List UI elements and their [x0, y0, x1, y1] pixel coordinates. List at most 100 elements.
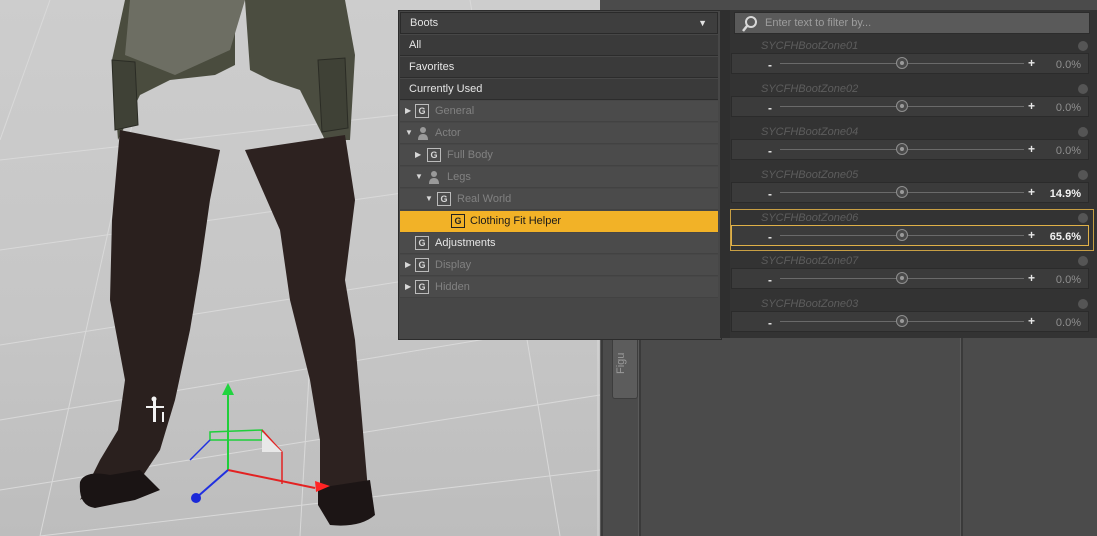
tree-item-adjustments[interactable]: G Adjustments	[400, 233, 718, 254]
parameter-name: SYCFHBootZone03	[761, 298, 859, 310]
increment-icon[interactable]: +	[1028, 142, 1035, 156]
decrement-icon[interactable]: -	[768, 187, 772, 201]
expanded-arrow-icon[interactable]: ▼	[425, 194, 433, 203]
gear-icon[interactable]	[1078, 213, 1088, 223]
pane-divider[interactable]	[600, 338, 603, 536]
gear-icon[interactable]	[1078, 84, 1088, 94]
parameter-value[interactable]: 0.0%	[1056, 102, 1081, 114]
parameter-value[interactable]: 0.0%	[1056, 59, 1081, 71]
increment-icon[interactable]: +	[1028, 314, 1035, 328]
decrement-icon[interactable]: -	[768, 230, 772, 244]
parameter-slider[interactable]: - +0.0%	[731, 53, 1089, 74]
gear-icon[interactable]	[1078, 127, 1088, 137]
tree-item-label: Real World	[457, 193, 512, 205]
tree-item-label: Full Body	[447, 149, 493, 161]
tree-item-clothing-fit-helper[interactable]: G Clothing Fit Helper	[400, 211, 718, 232]
increment-icon[interactable]: +	[1028, 99, 1035, 113]
tree-item-general[interactable]: ▶ G General	[400, 101, 718, 122]
parameter-value[interactable]: 0.0%	[1056, 317, 1081, 329]
parameter-slider[interactable]: - +0.0%	[731, 139, 1089, 160]
filter-placeholder: Enter text to filter by...	[765, 17, 872, 29]
slider-knob[interactable]	[896, 229, 908, 241]
group-icon: G	[415, 258, 429, 272]
category-item-favorites[interactable]: Favorites	[400, 57, 718, 78]
parameter-row[interactable]: SYCFHBootZone02 - +0.0%	[730, 80, 1094, 122]
tree-item-legs[interactable]: ▼ Legs	[400, 167, 718, 188]
tree-item-actor[interactable]: ▼ Actor	[400, 123, 718, 144]
pane-divider[interactable]	[960, 338, 963, 536]
category-item-label: Currently Used	[409, 83, 483, 95]
parameter-slider[interactable]: - +0.0%	[731, 268, 1089, 289]
group-icon: G	[451, 214, 465, 228]
parameter-row[interactable]: SYCFHBootZone07 - +0.0%	[730, 252, 1094, 294]
boot-left	[79, 470, 160, 508]
parameter-row[interactable]: SYCFHBootZone06 - +65.6%	[730, 209, 1094, 251]
parameter-value[interactable]: 14.9%	[1050, 188, 1081, 200]
tree-item-full-body[interactable]: ▶ G Full Body	[400, 145, 718, 166]
dropdown-selected-value: Boots	[410, 17, 439, 29]
parameter-name: SYCFHBootZone04	[761, 126, 859, 138]
tree-item-real-world[interactable]: ▼ G Real World	[400, 189, 718, 210]
decrement-icon[interactable]: -	[768, 58, 772, 72]
slider-knob[interactable]	[896, 186, 908, 198]
slider-knob[interactable]	[896, 100, 908, 112]
pane-divider[interactable]	[638, 338, 641, 536]
parameter-name: SYCFHBootZone05	[761, 169, 859, 181]
parameter-slider[interactable]: - +0.0%	[731, 96, 1089, 117]
category-item-currently-used[interactable]: Currently Used	[400, 79, 718, 100]
tree-item-display[interactable]: ▶ G Display	[400, 255, 718, 276]
parameter-name: SYCFHBootZone02	[761, 83, 859, 95]
parameter-row[interactable]: SYCFHBootZone01 - +0.0%	[730, 37, 1094, 79]
group-icon: G	[415, 280, 429, 294]
gear-icon[interactable]	[1078, 256, 1088, 266]
parameter-value[interactable]: 65.6%	[1050, 231, 1081, 243]
parameter-value[interactable]: 0.0%	[1056, 145, 1081, 157]
parameter-row[interactable]: SYCFHBootZone05 - +14.9%	[730, 166, 1094, 208]
parameter-row[interactable]: SYCFHBootZone04 - +0.0%	[730, 123, 1094, 165]
parameter-value[interactable]: 0.0%	[1056, 274, 1081, 286]
category-item-all[interactable]: All	[400, 35, 718, 56]
decrement-icon[interactable]: -	[768, 316, 772, 330]
category-dropdown[interactable]: Boots ▼	[400, 12, 718, 34]
tree-item-hidden[interactable]: ▶ G Hidden	[400, 277, 718, 298]
increment-icon[interactable]: +	[1028, 56, 1035, 70]
increment-icon[interactable]: +	[1028, 185, 1035, 199]
expanded-arrow-icon[interactable]: ▼	[405, 128, 413, 137]
slider-knob[interactable]	[896, 57, 908, 69]
collapsed-arrow-icon[interactable]: ▶	[405, 106, 411, 115]
expanded-arrow-icon[interactable]: ▼	[415, 172, 423, 181]
parameter-slider[interactable]: - +14.9%	[731, 182, 1089, 203]
increment-icon[interactable]: +	[1028, 271, 1035, 285]
parameter-slider[interactable]: - +65.6%	[731, 225, 1089, 246]
collapsed-arrow-icon[interactable]: ▶	[415, 150, 421, 159]
pocket-left	[111, 59, 139, 131]
decrement-icon[interactable]: -	[768, 101, 772, 115]
decrement-icon[interactable]: -	[768, 144, 772, 158]
parameter-row[interactable]: SYCFHBootZone03 - +0.0%	[730, 295, 1094, 337]
increment-icon[interactable]: +	[1028, 228, 1035, 242]
gear-icon[interactable]	[1078, 299, 1088, 309]
parameter-name: SYCFHBootZone07	[761, 255, 859, 267]
collapsed-arrow-icon[interactable]: ▶	[405, 282, 411, 291]
filter-input[interactable]: Enter text to filter by...	[734, 12, 1090, 34]
transform-gizmo	[189, 383, 330, 503]
tree-item-label: Clothing Fit Helper	[470, 215, 562, 227]
panel-splitter[interactable]	[720, 10, 730, 338]
tree-item-label: Hidden	[435, 281, 470, 293]
parameter-slider[interactable]: - +0.0%	[731, 311, 1089, 332]
group-icon: G	[427, 148, 441, 162]
search-icon	[742, 16, 757, 32]
tree-item-label: Adjustments	[435, 237, 496, 249]
parameter-name: SYCFHBootZone06	[761, 212, 859, 224]
gear-icon[interactable]	[1078, 41, 1088, 51]
collapsed-arrow-icon[interactable]: ▶	[405, 260, 411, 269]
decrement-icon[interactable]: -	[768, 273, 772, 287]
slider-knob[interactable]	[896, 315, 908, 327]
slider-knob[interactable]	[896, 272, 908, 284]
tree-item-label: Actor	[435, 127, 461, 139]
figure-side-tab[interactable]: Figu	[612, 338, 638, 399]
group-icon: G	[437, 192, 451, 206]
gear-icon[interactable]	[1078, 170, 1088, 180]
parameters-panel: Enter text to filter by... SYCFHBootZone…	[730, 10, 1097, 338]
slider-knob[interactable]	[896, 143, 908, 155]
